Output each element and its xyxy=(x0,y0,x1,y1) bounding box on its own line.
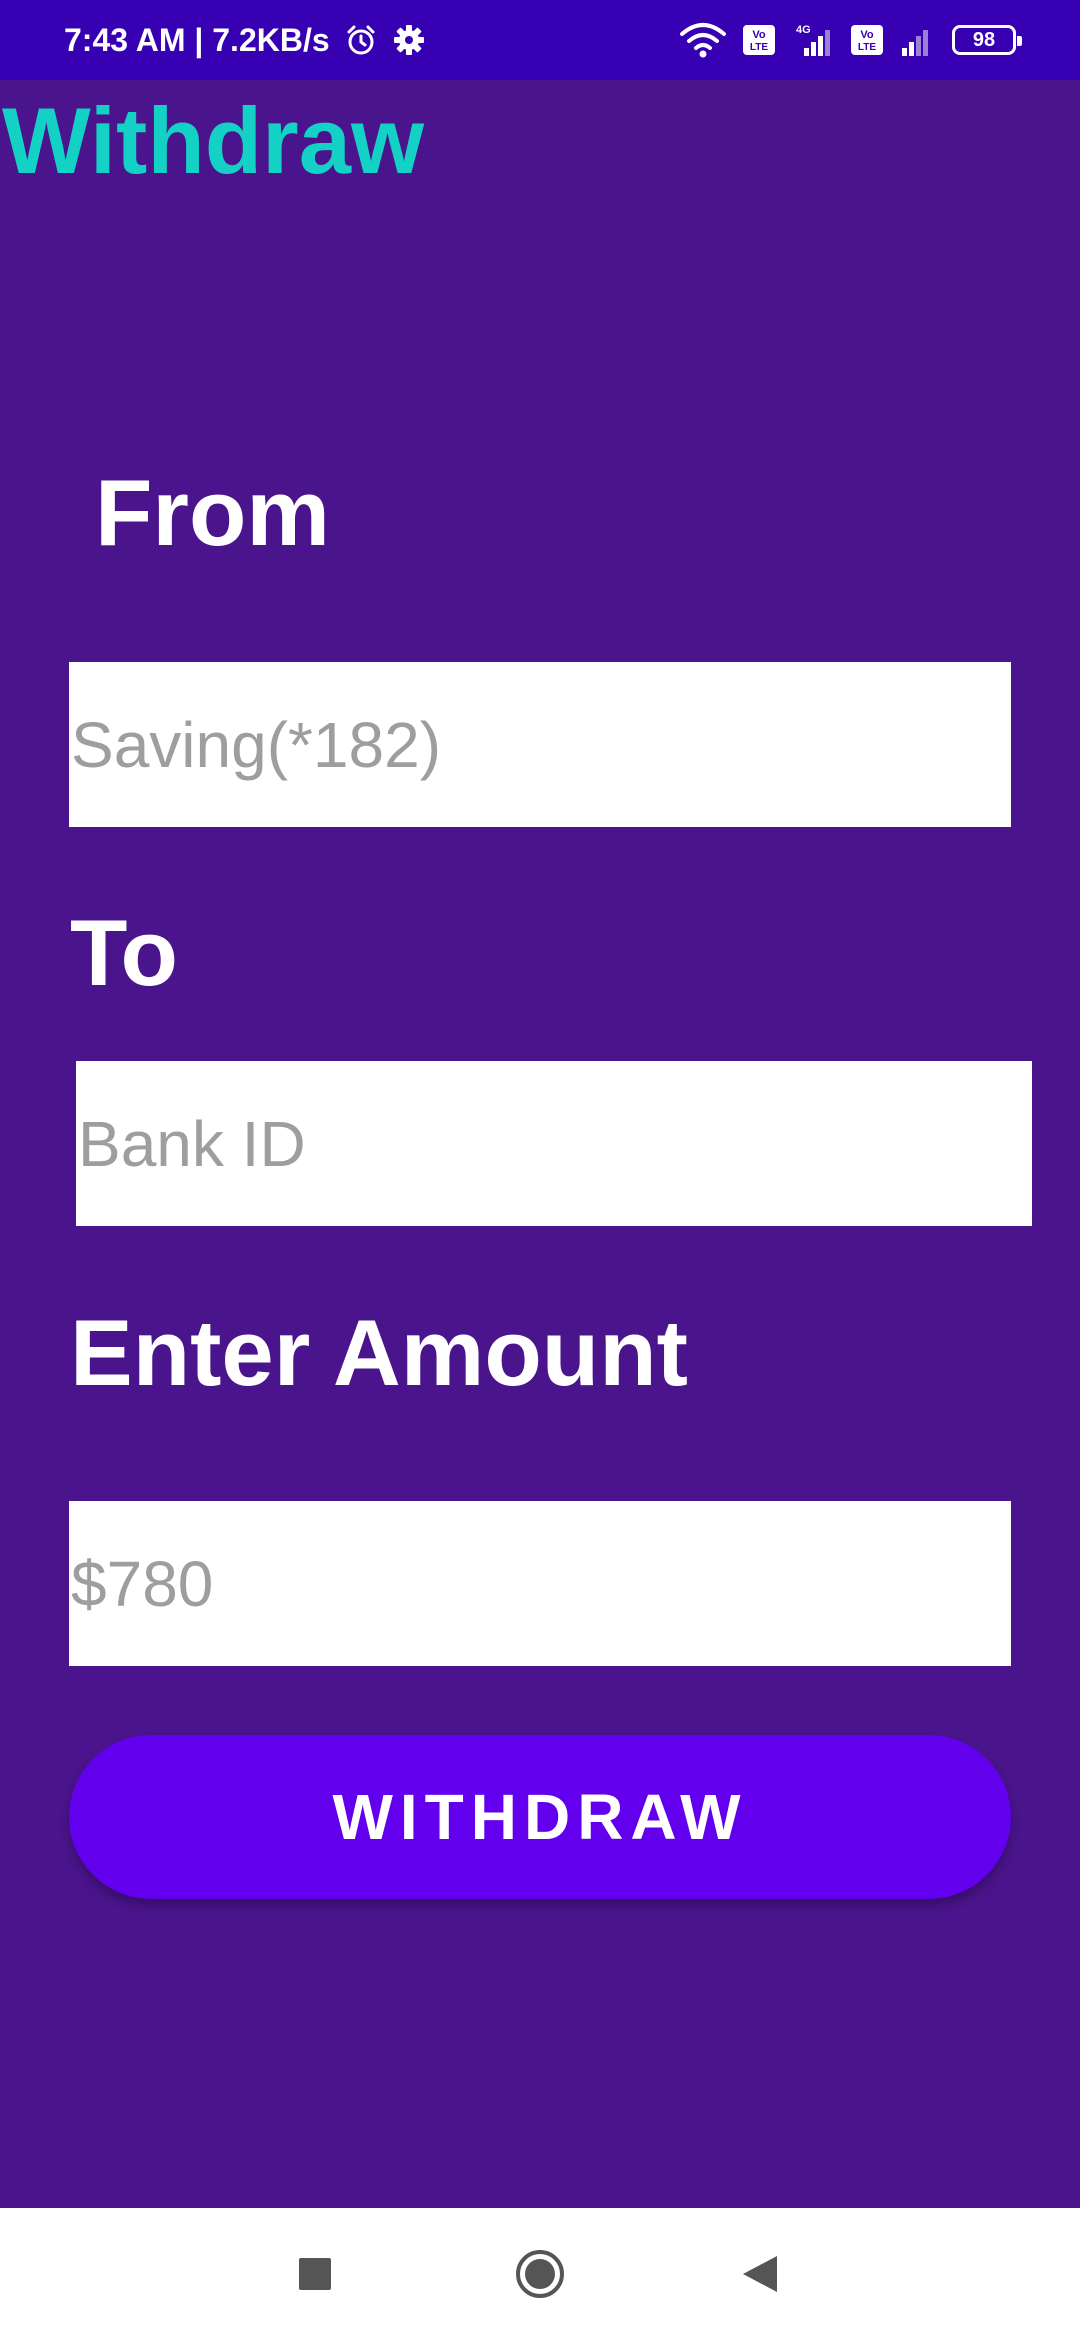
svg-text:LTE: LTE xyxy=(858,42,876,53)
home-button[interactable] xyxy=(510,2244,570,2304)
svg-text:Vo: Vo xyxy=(860,29,874,41)
battery-level: 98 xyxy=(972,28,996,51)
svg-text:LTE: LTE xyxy=(750,42,768,53)
from-label: From xyxy=(95,460,330,565)
page-title: Withdraw xyxy=(2,88,425,193)
settings-gear-icon xyxy=(392,23,426,57)
svg-text:4G: 4G xyxy=(796,24,811,36)
bank-id-input[interactable] xyxy=(76,1061,1032,1226)
status-right: Vo LTE 4G Vo LTE 98 xyxy=(678,0,1022,80)
to-label: To xyxy=(70,900,178,1005)
status-bar: 7:43 AM | 7.2KB/s Vo LTE 4G Vo LTE 98 xyxy=(0,0,1080,80)
signal-icon xyxy=(898,22,938,58)
signal-4g-icon: 4G xyxy=(790,22,836,58)
alarm-icon xyxy=(344,23,378,57)
back-triangle-icon xyxy=(743,2256,777,2292)
status-time-speed: 7:43 AM | 7.2KB/s xyxy=(64,21,330,58)
from-account-input[interactable] xyxy=(69,662,1011,827)
home-circle-icon xyxy=(516,2250,564,2298)
system-nav-bar xyxy=(0,2208,1080,2340)
recents-button[interactable] xyxy=(285,2244,345,2304)
status-left: 7:43 AM | 7.2KB/s xyxy=(64,0,426,80)
back-button[interactable] xyxy=(730,2244,790,2304)
battery-icon: 98 xyxy=(952,25,1022,55)
recents-square-icon xyxy=(299,2258,331,2290)
amount-input[interactable] xyxy=(69,1501,1011,1666)
wifi-icon xyxy=(678,22,728,58)
volte-icon: Vo LTE xyxy=(850,24,884,56)
withdraw-button[interactable]: WITHDRAW xyxy=(69,1735,1011,1899)
svg-text:Vo: Vo xyxy=(752,29,766,41)
amount-label: Enter Amount xyxy=(70,1300,688,1405)
volte-icon: Vo LTE xyxy=(742,24,776,56)
